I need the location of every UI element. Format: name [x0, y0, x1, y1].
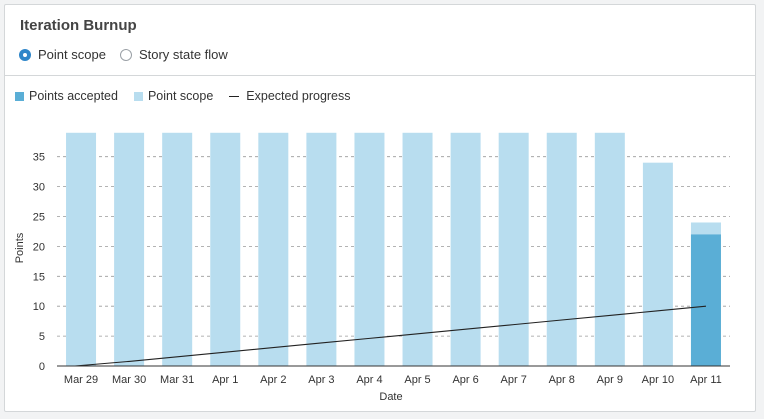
x-tick-label: Apr 5: [404, 374, 430, 386]
point-scope-bar[interactable]: [450, 132, 481, 366]
point-scope-bar[interactable]: [258, 132, 289, 366]
point-scope-bar[interactable]: [546, 132, 577, 366]
x-tick-label: Apr 7: [501, 374, 527, 386]
point-scope-bar[interactable]: [498, 132, 529, 366]
x-tick-label: Mar 31: [160, 374, 194, 386]
y-tick-label: 15: [33, 271, 45, 283]
x-tick-label: Apr 10: [642, 374, 674, 386]
x-tick-label: Mar 30: [112, 374, 146, 386]
points-accepted-bar[interactable]: [690, 234, 721, 366]
x-tick-label: Apr 4: [356, 374, 382, 386]
point-scope-bar[interactable]: [66, 132, 97, 366]
point-scope-bar[interactable]: [162, 132, 193, 366]
x-tick-label: Mar 29: [64, 374, 98, 386]
x-tick-label: Apr 2: [260, 374, 286, 386]
y-tick-label: 20: [33, 241, 45, 253]
point-scope-bar[interactable]: [642, 162, 673, 366]
x-tick-label: Apr 11: [690, 374, 722, 386]
y-tick-label: 10: [33, 301, 45, 313]
point-scope-bar[interactable]: [306, 132, 337, 366]
y-tick-label: 0: [39, 361, 45, 373]
point-scope-bar[interactable]: [402, 132, 433, 366]
y-tick-label: 5: [39, 331, 45, 343]
point-scope-bar[interactable]: [114, 132, 145, 366]
point-scope-bar[interactable]: [210, 132, 241, 366]
chart-bars: [66, 132, 721, 366]
x-tick-label: Apr 8: [549, 374, 575, 386]
y-tick-label: 30: [33, 182, 45, 194]
x-tick-label: Apr 9: [597, 374, 623, 386]
x-tick-label: Apr 3: [308, 374, 334, 386]
y-tick-label: 25: [33, 212, 45, 224]
burnup-chart: 0 5 10 15 20 25 30 35 Mar 29 Mar 30 Mar 31 Apr 1 Apr…: [14, 132, 730, 403]
x-axis-title: Date: [379, 391, 402, 403]
x-tick-label: Apr 1: [212, 374, 238, 386]
point-scope-bar[interactable]: [354, 132, 385, 366]
y-tick-label: 35: [33, 152, 45, 164]
chart-grid: [57, 156, 730, 337]
y-axis-title: Points: [14, 232, 26, 263]
x-tick-label: Apr 6: [452, 374, 478, 386]
point-scope-bar[interactable]: [594, 132, 625, 366]
